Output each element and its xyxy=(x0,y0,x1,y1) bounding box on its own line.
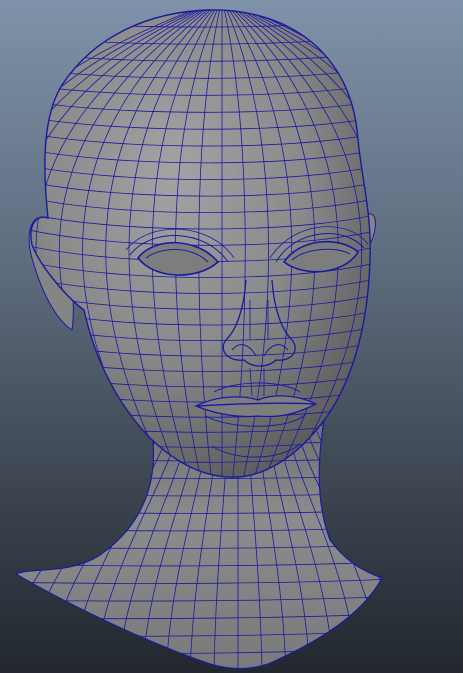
neck-vertical-line xyxy=(318,415,382,669)
neck-vertical-line xyxy=(327,415,382,669)
head-mesh[interactable] xyxy=(0,0,463,673)
3d-viewport[interactable] xyxy=(0,0,463,673)
